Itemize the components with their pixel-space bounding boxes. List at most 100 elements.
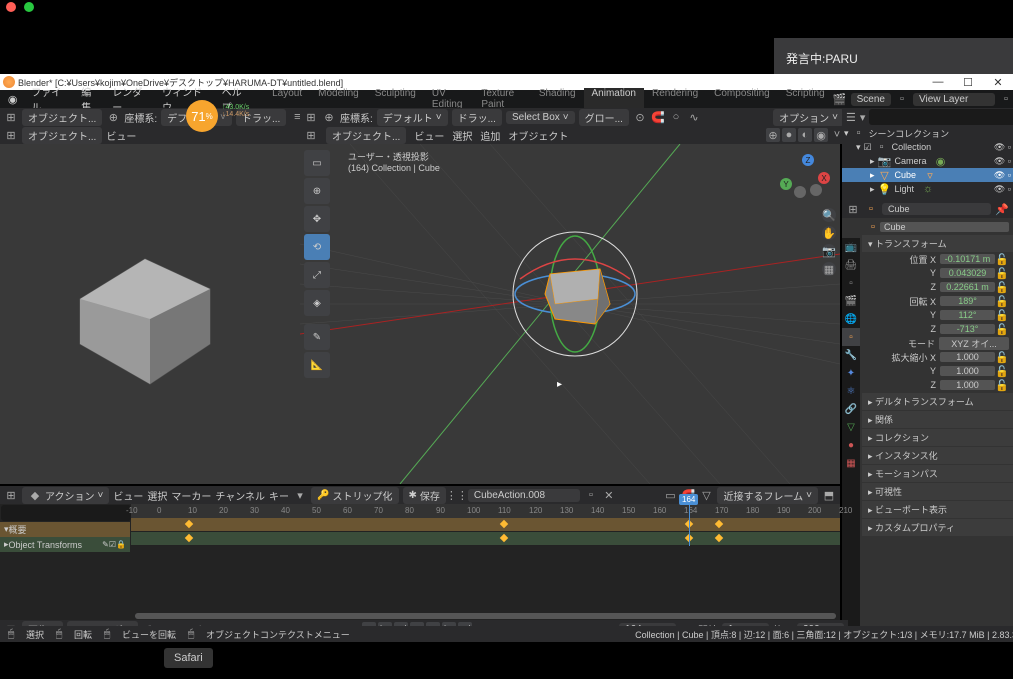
cursor-tool[interactable]: ⊕ (304, 178, 330, 204)
delta-header[interactable]: ▸ デルタトランスフォーム (862, 393, 1013, 410)
summary-channel[interactable]: ▾ 概要 (0, 522, 130, 537)
lock-icon[interactable]: 🔓 (995, 266, 1009, 280)
vp-object[interactable]: オブジェクト (508, 128, 568, 143)
solid-shade-icon[interactable]: ● (782, 128, 796, 142)
action-name[interactable]: CubeAction.008 (468, 489, 580, 502)
lock-icon[interactable]: 🔓 (995, 364, 1009, 378)
editor-type-icon[interactable]: ⊞ (304, 110, 318, 124)
minimize-button[interactable]: — (923, 76, 953, 89)
mode-dd[interactable]: XYZ オイ... (939, 337, 1009, 350)
props-editor-icon[interactable]: ⊞ (846, 202, 860, 216)
move-tool[interactable]: ✥ (304, 206, 330, 232)
coord-dd2[interactable]: デフォルト ˅ (377, 109, 448, 126)
select-dd[interactable]: Select Box ˅ (506, 111, 575, 124)
ptab-modifier[interactable]: 🔧 (842, 346, 860, 364)
global-dd[interactable]: グロー... (579, 109, 629, 126)
vp-add[interactable]: 追加 (480, 128, 500, 143)
ptab-scene[interactable]: 🎬 (842, 292, 860, 310)
proportional-icon[interactable]: ○ (669, 110, 683, 124)
ptab-viewlayer[interactable]: ▫ (842, 274, 860, 292)
editor-type-icon[interactable]: ⊞ (4, 110, 18, 124)
ptab-texture[interactable]: ▦ (842, 454, 860, 472)
options-dd[interactable]: オプション ˅ (773, 109, 844, 126)
tl-select[interactable]: 選択 (147, 488, 167, 503)
scale-tool[interactable]: ⤢ (304, 262, 330, 288)
blender-icon[interactable]: ◉ (0, 92, 25, 106)
scale-x[interactable]: 1.000 (940, 352, 995, 362)
zoom-dot[interactable] (24, 2, 34, 12)
tl-marker[interactable]: マーカー (171, 488, 211, 503)
close-button[interactable]: ✕ (983, 76, 1013, 89)
ptab-render[interactable]: 📺 (842, 238, 860, 256)
preserve-btn[interactable]: ✱ 保存 (403, 487, 446, 504)
tree-cube[interactable]: ▸▽Cube▿👁 ▫ (842, 168, 1013, 182)
tree-collection[interactable]: ▾☑▫Collection👁 ▫ (842, 140, 1013, 154)
tree-scene[interactable]: ▾▫シーンコレクション (842, 126, 1013, 140)
close-dot[interactable] (6, 2, 16, 12)
main-viewport[interactable]: ユーザー・透視投影(164) Collection | Cube ▭ ⊕ ✥ ⟲… (300, 144, 840, 484)
snap-icon[interactable]: ⊙ (633, 110, 647, 124)
rotate-tool[interactable]: ⟲ (304, 234, 330, 260)
scene-field[interactable]: Scene (851, 93, 891, 106)
object-name[interactable]: Cube (882, 203, 991, 215)
lock-icon[interactable]: 🔓 (995, 378, 1009, 392)
tree-camera[interactable]: ▸📷Camera◉👁 ▫ (842, 154, 1013, 168)
mode-dropdown[interactable]: オブジェクト... (22, 109, 102, 126)
ptab-object[interactable]: ▫ (842, 328, 860, 346)
tl-scrollbar[interactable] (135, 613, 836, 619)
editor-icon[interactable]: ⊞ (4, 128, 18, 142)
tab-scripting[interactable]: Scripting (778, 88, 833, 110)
loc-y[interactable]: 0.043029 (940, 268, 995, 278)
curve-icon[interactable]: ∿ (687, 110, 701, 124)
transform-tool[interactable]: ◈ (304, 290, 330, 316)
matprev-shade-icon[interactable]: ◐ (798, 128, 812, 142)
lock-icon[interactable]: 🔓 (995, 350, 1009, 364)
annotate-tool[interactable]: ✎ (304, 324, 330, 350)
tab-layout[interactable]: Layout (264, 88, 310, 110)
camera-icon[interactable]: 📷 (822, 244, 836, 258)
viewlayer-field[interactable]: View Layer (913, 93, 995, 106)
vpd-header[interactable]: ▸ ビューポート表示 (862, 501, 1013, 518)
ptab-material[interactable]: ● (842, 436, 860, 454)
search-input[interactable] (869, 109, 1013, 125)
action-browse-icon[interactable]: ⋮⋮ (450, 488, 464, 502)
scale-z[interactable]: 1.000 (940, 380, 995, 390)
action-unlink-icon[interactable]: ✕ (602, 488, 616, 502)
lock-icon[interactable]: 🔓 (995, 252, 1009, 266)
transform-header[interactable]: ▾ トランスフォーム (862, 235, 1013, 252)
action-new-icon[interactable]: ▫ (584, 488, 598, 502)
ptab-physics[interactable]: ⚛ (842, 382, 860, 400)
tl-marker-icon[interactable]: ⬒ (822, 488, 836, 502)
tab-animation[interactable]: Animation (584, 88, 644, 110)
lock-icon[interactable]: 🔓 (995, 322, 1009, 336)
zoom-icon[interactable]: 🔍 (822, 208, 836, 222)
inst-header[interactable]: ▸ インスタンス化 (862, 447, 1013, 464)
mode-button[interactable]: オブジェクト... (22, 127, 102, 144)
chevron-down-icon[interactable]: ▾ (293, 488, 307, 502)
cp-header[interactable]: ▸ カスタムプロパティ (862, 519, 1013, 536)
tab-texture[interactable]: Texture Paint (473, 88, 530, 110)
select-tool[interactable]: ▭ (304, 150, 330, 176)
tab-sculpting[interactable]: Sculpting (367, 88, 424, 110)
object-name-field[interactable]: Cube (880, 222, 1009, 232)
scene-new-icon[interactable]: ▫ (999, 92, 1013, 106)
editor-icon[interactable]: ⊞ (304, 128, 318, 142)
lock-icon[interactable]: 🔓 (995, 308, 1009, 322)
channel-search[interactable] (1, 505, 131, 521)
nav-gizmo[interactable]: X Y Z (780, 154, 830, 204)
mode-btn2[interactable]: オブジェクト... (326, 127, 406, 144)
measure-tool[interactable]: 📐 (304, 352, 330, 378)
rot-x[interactable]: 189° (940, 296, 995, 306)
tl-key[interactable]: キー (269, 488, 289, 503)
coll-header[interactable]: ▸ コレクション (862, 429, 1013, 446)
ptab-constraint[interactable]: 🔗 (842, 400, 860, 418)
lock-icon[interactable]: 🔓 (995, 294, 1009, 308)
wireframe-shade-icon[interactable]: ⊕ (766, 128, 780, 142)
mp-header[interactable]: ▸ モーションパス (862, 465, 1013, 482)
tab-rendering[interactable]: Rendering (644, 88, 706, 110)
tab-compositing[interactable]: Compositing (706, 88, 778, 110)
tab-shading[interactable]: Shading (531, 88, 584, 110)
channel-transforms[interactable]: ▸ Object Transforms✎☑🔒 (0, 537, 130, 552)
lock-icon[interactable]: 🔓 (995, 280, 1009, 294)
cursor-tool-icon[interactable]: ⊕ (106, 110, 120, 124)
